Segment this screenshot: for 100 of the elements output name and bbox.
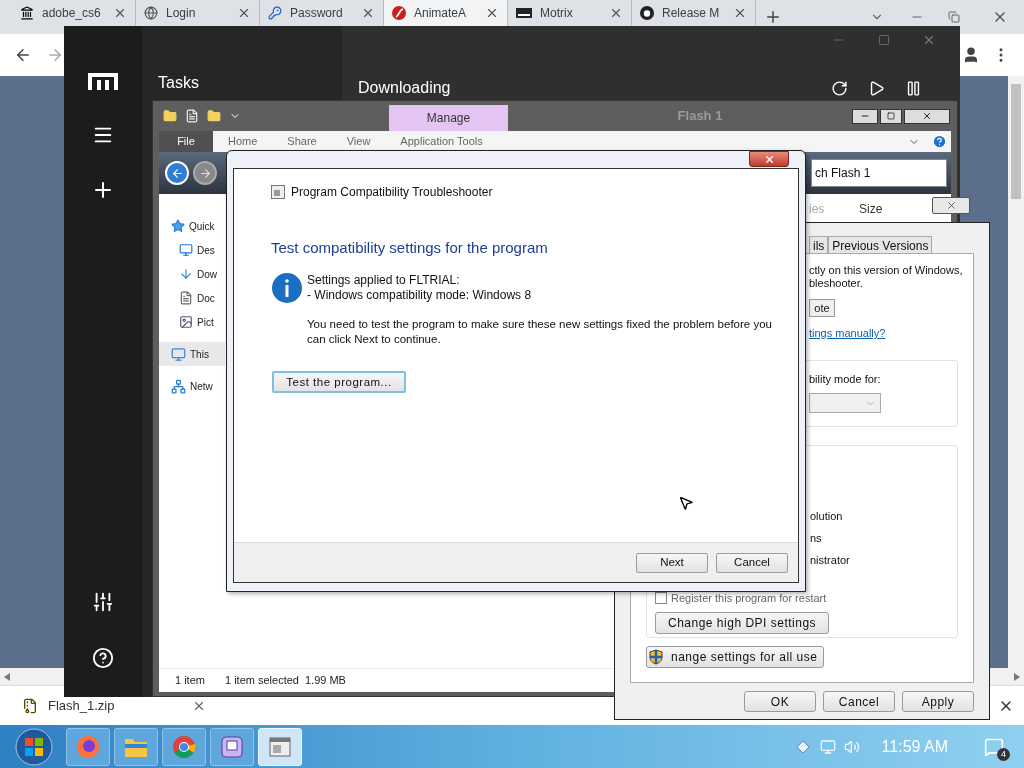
maximize-icon [887,112,895,120]
diamond-icon [795,739,810,754]
context-tab[interactable]: Manage [389,105,508,131]
download-file-name: Flash_1.zip [48,696,115,715]
run-troubleshooter-button[interactable]: ote [809,299,835,317]
setting-label: nistrator [810,552,851,568]
settings-applied-text: - Windows compatibility mode: Windows 8 [307,287,533,303]
refresh-icon[interactable] [831,79,848,97]
checkbox-label: Register this program for restart [671,590,827,606]
back-button[interactable] [165,161,189,185]
selection-size: 1.99 MB [304,673,346,689]
panel-title: Tasks [158,74,199,91]
back-icon[interactable] [14,46,32,64]
item-count: 1 item [175,673,205,689]
maximize-button[interactable] [880,108,902,124]
download-icon [179,267,193,281]
fox-globe-icon [76,734,100,759]
group-label: bility mode for: [809,371,882,387]
flash-logo-icon [392,6,406,20]
back-icon [170,166,184,180]
info-icon [272,272,302,303]
folder-icon[interactable] [163,109,177,123]
search-field[interactable]: ch Flash 1 [811,159,947,187]
properties-icon[interactable] [185,109,199,123]
scroll-left-icon [4,672,10,681]
shield-icon [649,648,663,665]
nav-item[interactable]: This [159,342,225,366]
close-icon [945,200,957,211]
close-button[interactable] [749,151,789,167]
desktop-icon [179,243,193,257]
notification-count: 4 [997,747,1010,761]
notification-icon[interactable] [984,736,1004,757]
instruction-text: You need to test the program to make sure these new settings fixed the problem before you can click Next to continue. [307,316,773,347]
network-icon [171,378,186,394]
dialog-tab[interactable]: ils [809,236,829,253]
minimize-button[interactable] [852,108,878,124]
window-title: Flash 1 [677,107,723,126]
forward-icon [198,166,212,180]
new-tab-icon[interactable] [764,8,782,26]
nav-item[interactable]: Netw [159,374,225,398]
nav-item[interactable]: Des [159,238,225,262]
settings-icon[interactable] [92,591,114,613]
dialog-button[interactable]: Cancel [716,552,788,573]
ribbon-tab[interactable]: Share [287,133,317,150]
forward-button[interactable] [193,161,217,185]
ribbon-tab[interactable]: Home [228,133,258,150]
scroll-right-icon [1014,672,1020,681]
page-title: Downloading [358,78,451,98]
taskbar-app-button[interactable] [66,727,110,766]
dialog-tab[interactable]: Previous Versions [828,236,933,253]
nav-item[interactable]: Dow [159,262,225,286]
test-program-button[interactable]: Test the program... [272,371,406,394]
nav-item[interactable]: Pict [159,310,225,334]
close-icon[interactable] [361,6,375,20]
settings-applied-text: Settings applied to FLTRIAL: [307,272,461,288]
setting-label: ns [810,530,823,546]
nav-item[interactable]: Doc [159,286,225,310]
new-folder-icon[interactable] [207,109,221,123]
file-menu-button[interactable]: File [159,131,213,152]
help-icon[interactable] [92,647,114,669]
close-icon[interactable] [485,6,499,20]
close-icon[interactable] [733,6,747,20]
close-icon [763,153,775,165]
dialog-button[interactable]: Apply [902,691,974,712]
selection-status: 1 item selected [224,673,299,689]
ribbon-tab[interactable]: View [346,133,371,150]
computer-icon [171,346,186,362]
high-dpi-settings-button[interactable]: Change high DPI settings [655,612,830,634]
close-icon[interactable] [237,6,251,20]
profile-icon[interactable] [962,46,980,64]
ribbon-tab[interactable]: Application Tools [400,133,483,150]
help-link[interactable]: tings manually? [809,325,958,342]
globe-icon [144,6,158,20]
browser-tab[interactable]: AnimateA [384,0,508,26]
app-logo-icon [88,72,118,90]
dialog-button[interactable]: OK [744,691,816,712]
change-all-users-button[interactable]: nange settings for all use [646,645,824,668]
close-icon[interactable] [609,6,623,20]
cursor-icon [678,495,694,511]
pause-icon[interactable] [905,79,922,97]
dialog-heading: Test compatibility settings for the program [271,238,549,258]
play-icon[interactable] [868,79,885,97]
landmark-icon [20,6,34,20]
close-button[interactable] [904,108,950,124]
cat-logo-icon [640,6,654,20]
dialog-button[interactable]: Next [636,552,708,573]
close-icon[interactable] [113,6,127,20]
close-button[interactable] [932,197,970,214]
document-icon [179,291,193,305]
restore-icon[interactable] [948,11,960,23]
segmented-circle-icon [172,734,196,759]
dialog-button[interactable]: Cancel [823,691,895,712]
dialog-title: Program Compatibility Troubleshooter [291,184,493,201]
description-text: bleshooter. [809,277,864,290]
start-orb-icon[interactable] [14,726,54,767]
taskbar-app-button[interactable] [210,727,254,766]
picture-icon [179,315,193,329]
app-logo-icon [516,8,532,18]
setting-label: olution [810,508,844,524]
nav-item[interactable]: Quick [159,214,225,238]
